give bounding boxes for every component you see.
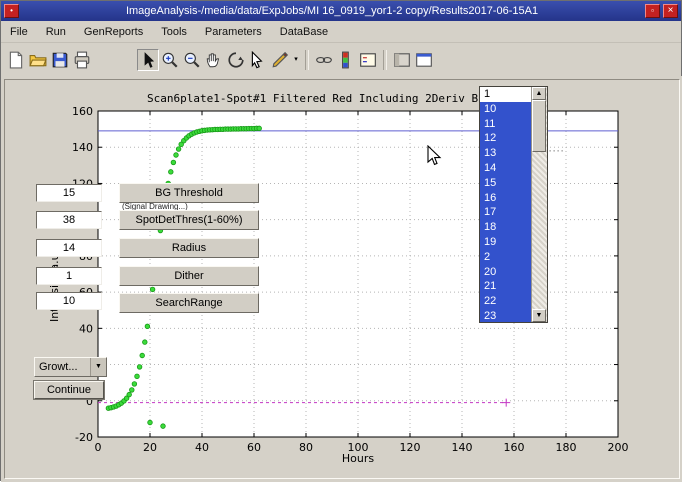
popup-item-15[interactable]: 15	[480, 176, 531, 191]
scrollbar-thumb[interactable]	[532, 100, 546, 152]
menu-bar: FileRunGenReportsToolsParametersDataBase	[1, 21, 681, 43]
menu-item-tools[interactable]: Tools	[152, 23, 196, 41]
zoom-in-icon[interactable]	[159, 49, 181, 71]
popup-scrollbar[interactable]	[531, 87, 547, 322]
insert-legend-icon[interactable]	[357, 49, 379, 71]
window-title: ImageAnalysis-/media/data/ExpJobs/MI 16_…	[22, 5, 642, 17]
popup-item-1[interactable]: 1	[480, 87, 531, 102]
value-dropdown-list[interactable]: 110111213141516171819220212223	[479, 86, 548, 323]
popup-item-14[interactable]: 14	[480, 161, 531, 176]
popup-item-23[interactable]: 23	[480, 309, 531, 322]
menu-item-database[interactable]: DataBase	[271, 23, 337, 41]
data-cursor-icon[interactable]	[247, 49, 269, 71]
brush-dropdown-arrow-icon[interactable]	[291, 49, 301, 71]
popup-item-column: 110111213141516171819220212223	[480, 87, 531, 322]
radius-button[interactable]: Radius	[119, 238, 259, 258]
menu-item-file[interactable]: File	[1, 23, 37, 41]
popup-item-19[interactable]: 19	[480, 235, 531, 250]
close-button[interactable]	[663, 4, 678, 18]
app-window: ImageAnalysis-/media/data/ExpJobs/MI 16_…	[0, 0, 682, 481]
menu-item-parameters[interactable]: Parameters	[196, 23, 271, 41]
print-icon[interactable]	[71, 49, 93, 71]
bg-threshold-sublabel: (Signal Drawing...)	[122, 202, 259, 210]
pan-icon[interactable]	[203, 49, 225, 71]
open-file-icon[interactable]	[27, 49, 49, 71]
popup-item-17[interactable]: 17	[480, 205, 531, 220]
show-plot-tools-icon[interactable]	[413, 49, 435, 71]
popup-item-20[interactable]: 20	[480, 265, 531, 280]
popup-item-18[interactable]: 18	[480, 220, 531, 235]
popup-item-2[interactable]: 2	[480, 250, 531, 265]
figure-frame	[4, 79, 680, 479]
scroll-down-icon[interactable]	[532, 309, 546, 322]
popup-item-16[interactable]: 16	[480, 191, 531, 206]
growth-dropdown-label: Growt...	[35, 358, 90, 376]
popup-item-13[interactable]: 13	[480, 146, 531, 161]
scroll-up-icon[interactable]	[532, 87, 546, 100]
toolbar-separator	[305, 50, 309, 70]
searchrange-button[interactable]: SearchRange	[119, 293, 259, 313]
link-plot-icon[interactable]	[313, 49, 335, 71]
minimize-button[interactable]	[645, 4, 660, 18]
popup-item-10[interactable]: 10	[480, 102, 531, 117]
hide-plot-tools-icon[interactable]	[391, 49, 413, 71]
dropdown-arrow-icon[interactable]	[90, 358, 106, 376]
new-file-icon[interactable]	[5, 49, 27, 71]
dither-input[interactable]	[36, 267, 102, 285]
dither-button[interactable]: Dither	[119, 266, 259, 286]
continue-button[interactable]: Continue	[34, 381, 104, 399]
menu-item-genreports[interactable]: GenReports	[75, 23, 152, 41]
popup-item-22[interactable]: 22	[480, 294, 531, 309]
spotdetthres-input[interactable]	[36, 211, 102, 229]
edit-plot-icon[interactable]	[137, 49, 159, 71]
figure-area	[1, 76, 682, 482]
popup-item-12[interactable]: 12	[480, 131, 531, 146]
popup-item-11[interactable]: 11	[480, 117, 531, 132]
titlebar: ImageAnalysis-/media/data/ExpJobs/MI 16_…	[1, 1, 681, 21]
insert-colorbar-icon[interactable]	[335, 49, 357, 71]
rotate-3d-icon[interactable]	[225, 49, 247, 71]
bg-threshold-input[interactable]	[36, 184, 102, 202]
bg-threshold-button[interactable]: BG Threshold	[119, 183, 259, 203]
menu-item-run[interactable]: Run	[37, 23, 75, 41]
toolbar	[1, 43, 681, 77]
toolbar-separator	[383, 50, 387, 70]
brush-icon[interactable]	[269, 49, 291, 71]
zoom-out-icon[interactable]	[181, 49, 203, 71]
spotdetthres-button[interactable]: SpotDetThres(1-60%)	[119, 210, 259, 230]
growth-dropdown[interactable]: Growt...	[34, 357, 107, 377]
save-icon[interactable]	[49, 49, 71, 71]
window-menu-icon[interactable]	[4, 4, 19, 18]
popup-item-21[interactable]: 21	[480, 279, 531, 294]
radius-input[interactable]	[36, 239, 102, 257]
searchrange-input[interactable]	[36, 292, 102, 310]
